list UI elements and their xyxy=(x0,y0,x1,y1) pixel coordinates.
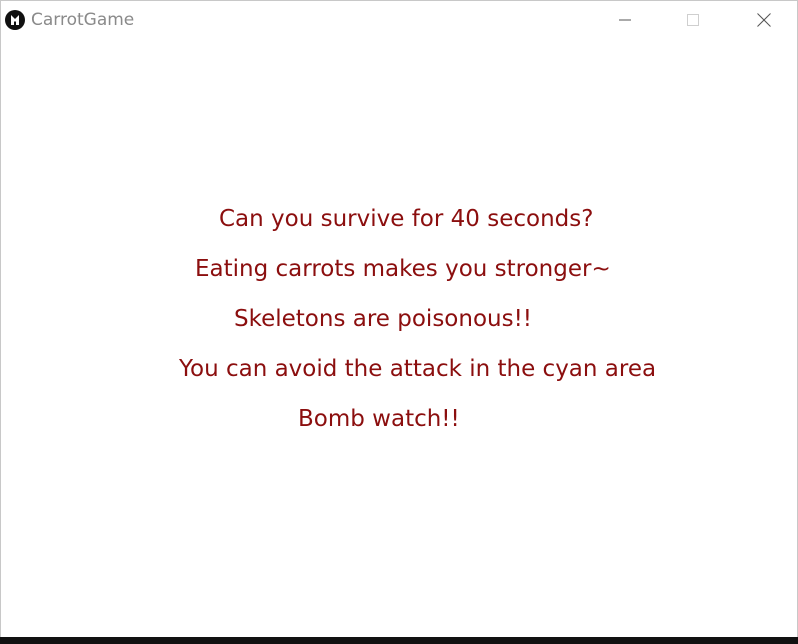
message-carrots: Eating carrots makes you stronger~ xyxy=(195,256,611,282)
close-button[interactable] xyxy=(741,1,787,39)
minimize-button[interactable] xyxy=(602,1,648,39)
message-skeletons: Skeletons are poisonous!! xyxy=(234,306,533,332)
game-window: CarrotGame Can you survive for 40 second… xyxy=(0,0,798,644)
message-cyan-area: You can avoid the attack in the cyan are… xyxy=(179,356,657,382)
bottom-border xyxy=(0,637,798,644)
maximize-button[interactable] xyxy=(670,1,716,39)
maximize-icon xyxy=(687,14,699,26)
message-bomb-watch: Bomb watch!! xyxy=(298,406,460,432)
minimize-icon xyxy=(619,19,631,21)
message-survive: Can you survive for 40 seconds? xyxy=(219,206,594,232)
title-bar[interactable]: CarrotGame xyxy=(1,1,797,39)
close-icon xyxy=(757,13,771,27)
window-title: CarrotGame xyxy=(31,10,135,30)
game-canvas[interactable]: Can you survive for 40 seconds? Eating c… xyxy=(2,39,796,637)
app-icon xyxy=(4,9,26,31)
